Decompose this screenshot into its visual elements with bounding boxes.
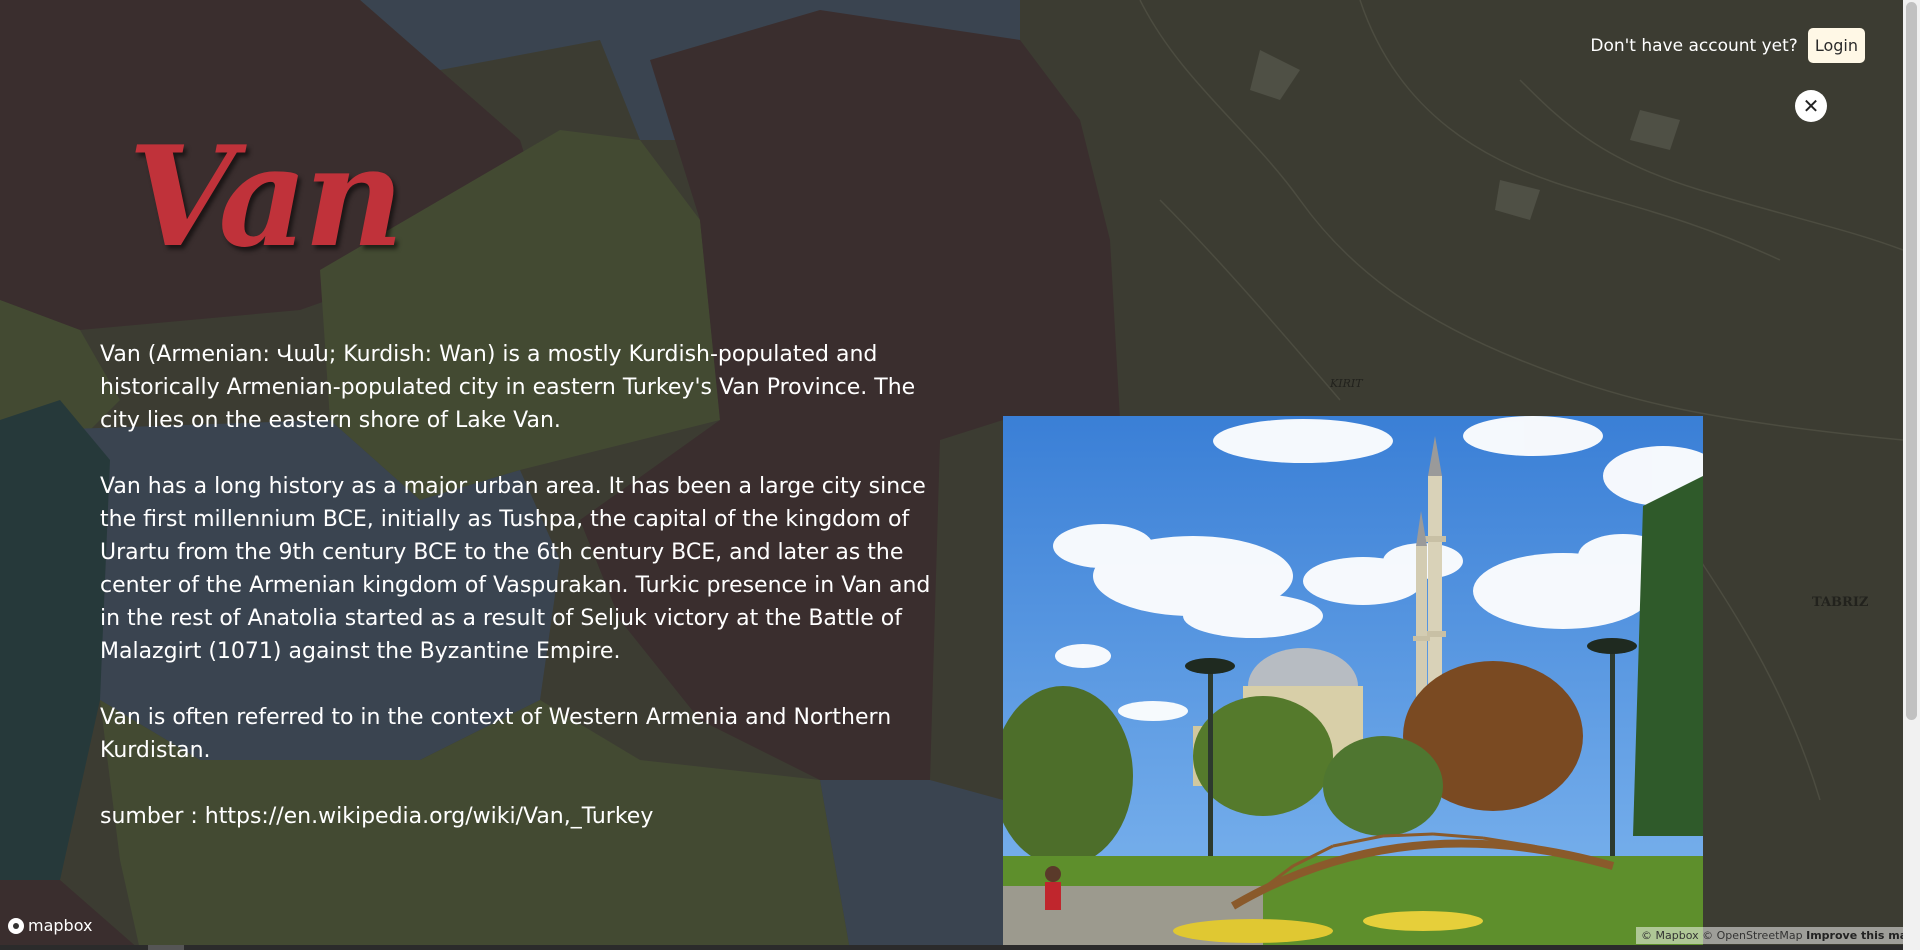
- horizontal-scrollbar[interactable]: [0, 945, 1903, 950]
- city-title: Van: [128, 115, 404, 278]
- map-place-label: TABRIZ: [1812, 595, 1869, 610]
- login-button[interactable]: Login: [1807, 28, 1865, 63]
- close-icon[interactable]: ✕: [1795, 90, 1827, 122]
- mosque-photo-illustration: [1003, 416, 1703, 946]
- scrollbar-thumb[interactable]: [1906, 2, 1917, 720]
- map-attribution: © Mapbox © OpenStreetMap Improve this ma…: [1636, 927, 1920, 944]
- auth-bar: Don't have account yet? Login: [1590, 28, 1865, 63]
- mapbox-attribution-link[interactable]: © Mapbox: [1641, 929, 1699, 942]
- map-place-label: KIRIT: [1329, 377, 1364, 390]
- city-description: Van (Armenian: Վան; Kurdish: Wan) is a m…: [100, 338, 940, 866]
- no-account-prompt: Don't have account yet?: [1590, 35, 1798, 56]
- description-paragraph: Van has a long history as a major urban …: [100, 474, 931, 664]
- description-paragraph: Van (Armenian: Վան; Kurdish: Wan) is a m…: [100, 342, 916, 433]
- description-paragraph: Van is often referred to in the context …: [100, 705, 892, 763]
- osm-attribution-link[interactable]: © OpenStreetMap: [1702, 929, 1803, 942]
- improve-map-link[interactable]: Improve this map: [1806, 929, 1915, 942]
- mapbox-logo-text: mapbox: [28, 916, 93, 935]
- mapbox-logo[interactable]: mapbox: [8, 916, 92, 935]
- horizontal-scrollbar-thumb[interactable]: [148, 945, 184, 950]
- source-link[interactable]: sumber : https://en.wikipedia.org/wiki/V…: [100, 800, 940, 833]
- city-photo: [1003, 416, 1703, 946]
- vertical-scrollbar[interactable]: [1903, 0, 1920, 950]
- mapbox-icon: [8, 917, 24, 934]
